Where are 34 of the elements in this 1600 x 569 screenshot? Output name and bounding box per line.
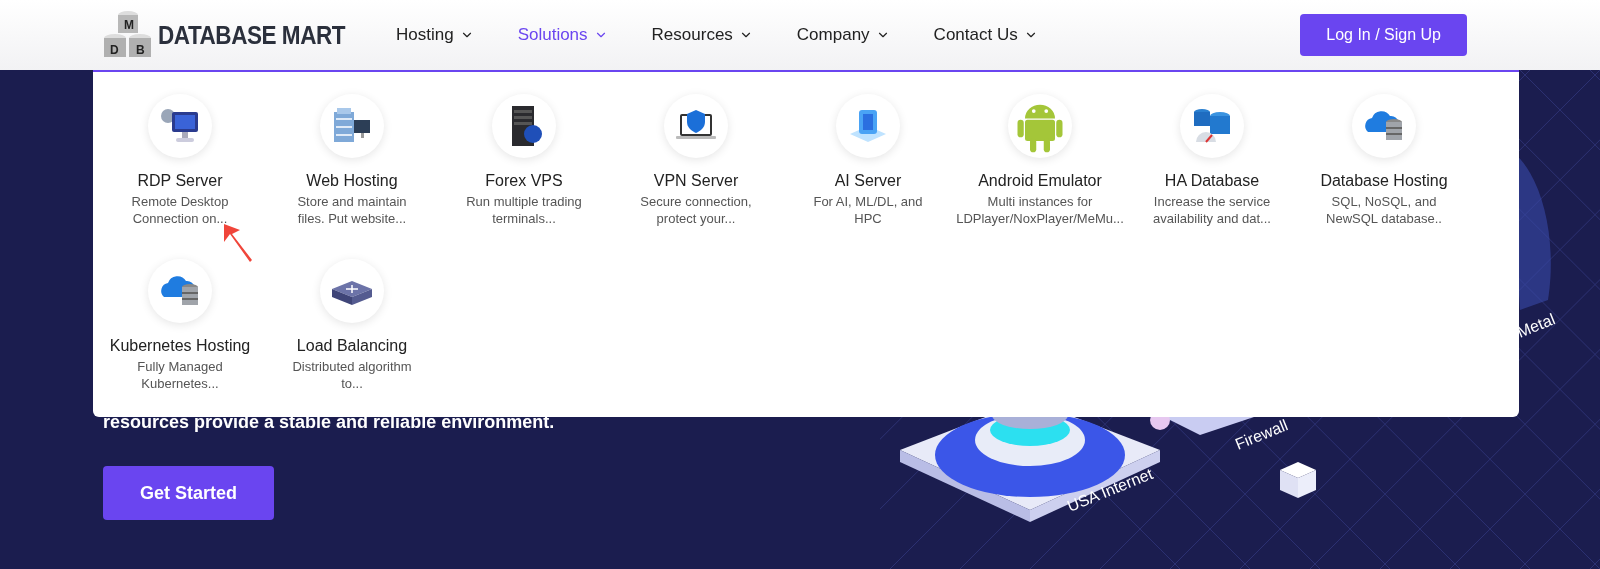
menu-item[interactable]: HA Database Increase the service availability and dat... [1126, 94, 1298, 227]
nav-link[interactable]: Contact Us [933, 25, 1038, 45]
menu-item[interactable]: RDP Server Remote Desktop Connection on... [94, 94, 266, 227]
illustration-label: Metal [1514, 310, 1558, 341]
logo-letter: M [124, 19, 134, 31]
item-description: Secure connection, protect your... [639, 193, 753, 227]
nav-link[interactable]: Solutions [517, 25, 608, 45]
menu-item[interactable]: Forex VPS Run multiple trading terminals... [438, 94, 610, 227]
menu-item[interactable]: Android Emulator Multi instances for LDPlayer/NoxPlayer/MeMu... [954, 94, 1126, 227]
cube-drawing [1280, 462, 1316, 498]
item-description: Run multiple trading terminals... [465, 193, 583, 227]
item-description: Multi instances for LDPlayer/NoxPlayer/MeMu... [956, 193, 1124, 227]
logo-wordmark: DATABASE MART [158, 20, 346, 50]
item-description: Fully Managed Kubernetes... [136, 358, 224, 392]
item-description: Increase the service availability and dat... [1152, 193, 1272, 227]
menu-item[interactable]: Load Balancing Distributed algorithm to... [266, 259, 438, 392]
item-description: For AI, ML/DL, and HPC [812, 193, 924, 227]
cylinders-icon [102, 10, 154, 60]
menu-item[interactable]: AI Server For AI, ML/DL, and HPC [782, 94, 954, 227]
logo-letter: B [136, 44, 145, 56]
menu-item[interactable]: Kubernetes Hosting Fully Managed Kubernetes... [94, 259, 266, 392]
logo-letter: D [110, 44, 119, 56]
menu-item[interactable]: Database Hosting SQL, NoSQL, and NewSQL database.. [1298, 94, 1470, 227]
menu-item[interactable]: Web Hosting Store and maintain files. Put website... [266, 94, 438, 227]
nav-link[interactable]: Hosting [396, 25, 474, 45]
item-description: Remote Desktop Connection on... [130, 193, 230, 227]
nav-link[interactable]: Resources [651, 25, 753, 45]
item-description: Store and maintain files. Put website... [296, 193, 408, 227]
login-button[interactable]: Log In / Sign Up [1300, 14, 1467, 56]
get-started-button[interactable]: Get Started [103, 466, 274, 520]
nav-link[interactable]: Company [796, 25, 890, 45]
item-description: SQL, NoSQL, and NewSQL database.. [1325, 193, 1443, 227]
item-description: Distributed algorithm to... [291, 358, 413, 392]
menu-item[interactable]: VPN Server Secure connection, protect your... [610, 94, 782, 227]
